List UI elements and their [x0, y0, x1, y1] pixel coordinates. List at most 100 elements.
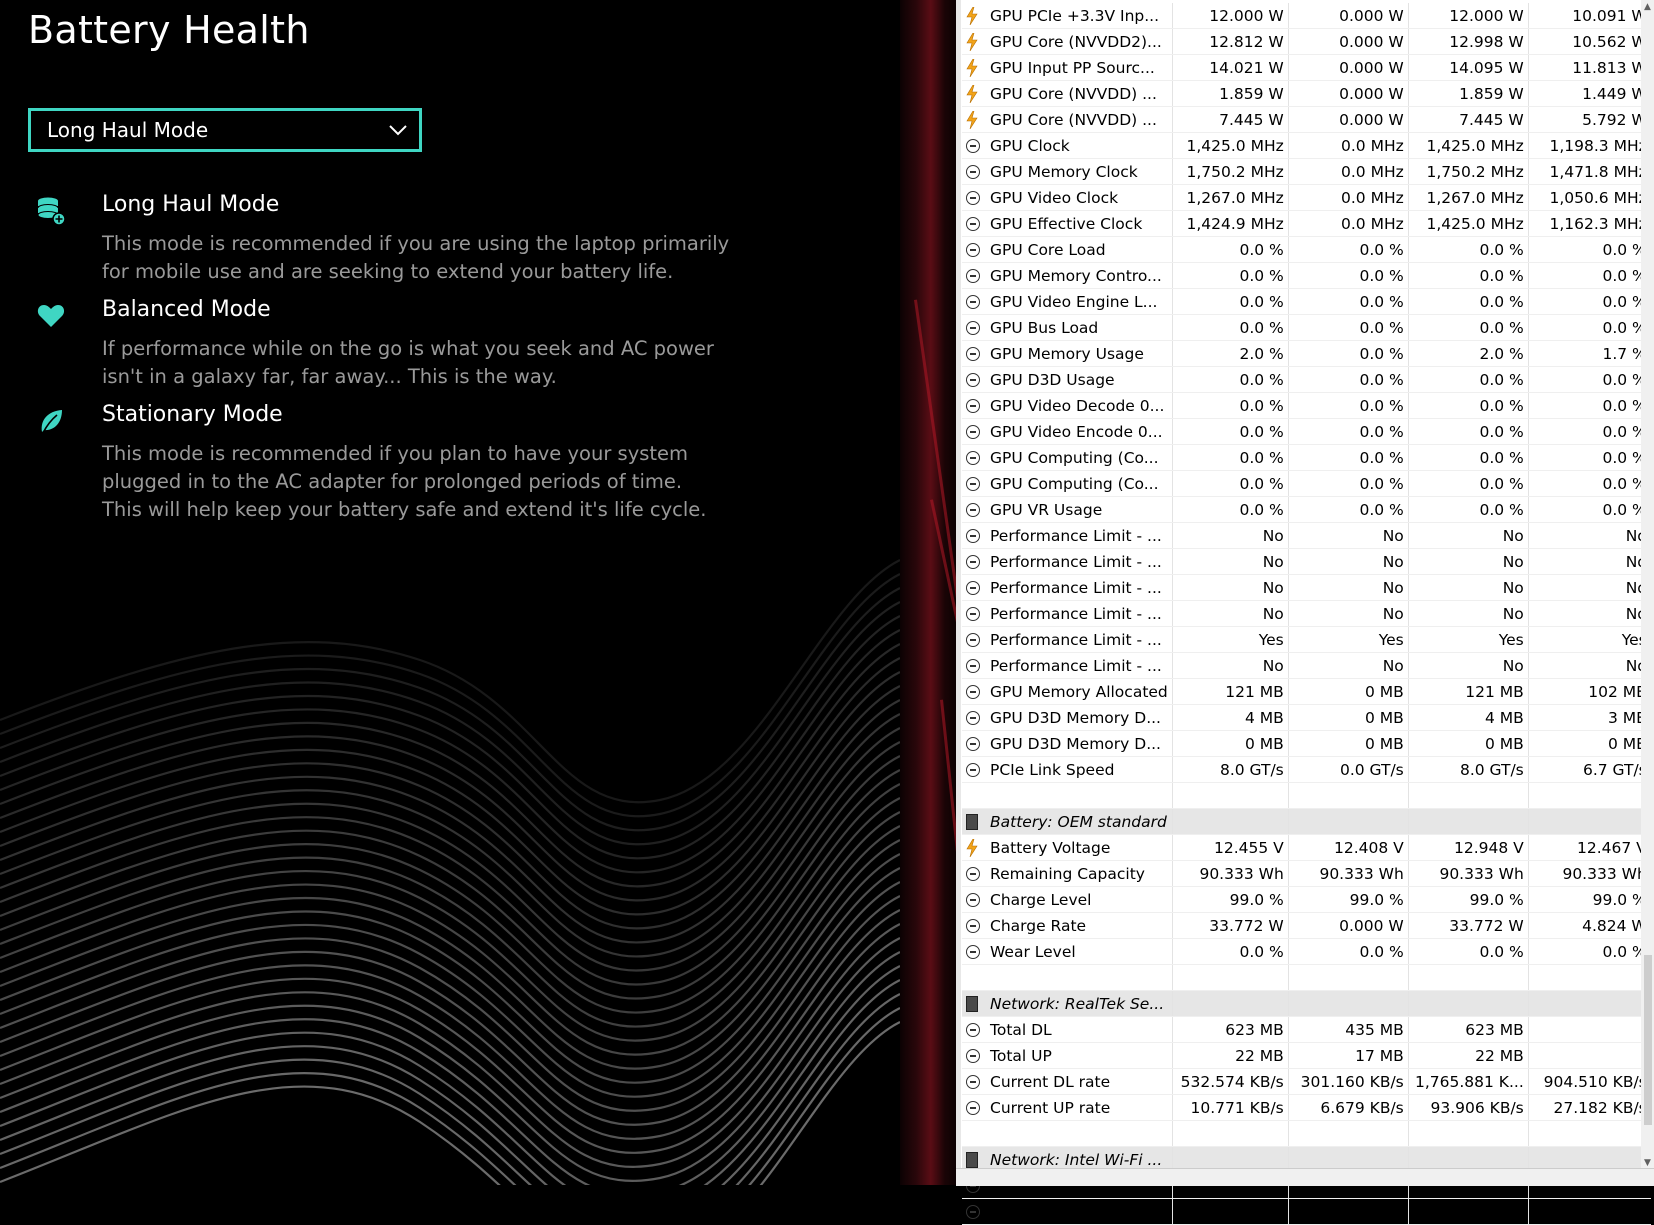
scroll-down-icon[interactable]: ▼	[1644, 1158, 1651, 1168]
sensor-value: 0 MB	[1172, 730, 1289, 757]
table-row[interactable]: GPU Bus Load 0.0 % 0.0 % 0.0 % 0.0 %	[962, 314, 1651, 341]
table-row[interactable]: Current DL rate 532.574 KB/s 301.160 KB/s 1…	[962, 1068, 1651, 1095]
sensor-value: 99.0 %	[1288, 886, 1409, 913]
sensor-value: 0 MB	[1408, 730, 1529, 757]
sensor-label: GPU D3D Memory D...	[988, 704, 1173, 731]
table-row[interactable]: GPU Core (NVVDD) ... 1.859 W 0.000 W 1.859 …	[962, 80, 1651, 107]
sensor-label: GPU Video Decode 0...	[988, 392, 1173, 419]
table-row[interactable]: GPU Memory Clock 1,750.2 MHz 0.0 MHz 1,750.…	[962, 158, 1651, 185]
table-row[interactable]: GPU Clock 1,425.0 MHz 0.0 MHz 1,425.0 MHz 1,…	[962, 132, 1651, 159]
scroll-up-icon[interactable]: ▲	[1644, 2, 1651, 12]
clock-icon	[962, 730, 988, 757]
clock-icon	[962, 132, 988, 159]
table-row[interactable]: GPU D3D Memory D... 0 MB 0 MB 0 MB 0 MB	[962, 730, 1651, 757]
table-row[interactable]: GPU Core (NVVDD2)... 12.812 W 0.000 W 12.99…	[962, 28, 1651, 55]
table-row[interactable]: Total DL 623 MB 435 MB 623 MB	[962, 1016, 1651, 1043]
sensor-value: 1,162.3 MHz	[1528, 210, 1651, 237]
sensor-value: No	[1288, 522, 1409, 549]
sensor-label: GPU Video Encode 0...	[988, 418, 1173, 445]
clock-icon	[962, 626, 988, 653]
sensor-label: GPU Core Load	[988, 236, 1173, 263]
sensor-label: GPU Memory Usage	[988, 340, 1173, 367]
sensor-value: 10.562 W	[1528, 28, 1651, 55]
table-row[interactable]: GPU Video Decode 0... 0.0 % 0.0 % 0.0 % 0.0 …	[962, 392, 1651, 419]
table-row[interactable]: PCIe Link Speed 8.0 GT/s 0.0 GT/s 8.0 GT/s 6…	[962, 756, 1651, 783]
sensor-value: 0.0 %	[1288, 392, 1409, 419]
clock-icon	[962, 340, 988, 367]
sensor-label: GPU D3D Memory D...	[988, 730, 1173, 757]
table-row[interactable]: GPU Memory Allocated 121 MB 0 MB 121 MB 102 …	[962, 678, 1651, 705]
mode-dropdown[interactable]: Long Haul Mode	[28, 108, 422, 152]
sensor-label: Current UP rate	[988, 1094, 1173, 1121]
sensor-group-header[interactable]: Network: RealTek Se...	[962, 990, 1651, 1017]
clock-icon	[962, 938, 988, 965]
sensor-value: 0.0 %	[1408, 418, 1529, 445]
table-row[interactable]: Battery Voltage 12.455 V 12.408 V 12.948 V1…	[962, 834, 1651, 861]
vertical-scrollbar[interactable]: ▲ ▼	[1641, 0, 1654, 1185]
sensor-value: 0.000 W	[1288, 106, 1409, 133]
table-row[interactable]: GPU Memory Contro... 0.0 % 0.0 % 0.0 % 0.0 %	[962, 262, 1651, 289]
sensor-value: 8.0 GT/s	[1408, 756, 1529, 783]
sensor-label: Performance Limit - ...	[988, 574, 1173, 601]
sensor-value: 0.0 %	[1408, 314, 1529, 341]
sensor-value	[1528, 1042, 1651, 1069]
table-row[interactable]: GPU Core Load 0.0 % 0.0 % 0.0 % 0.0 %	[962, 236, 1651, 263]
sensor-group-header[interactable]: Battery: OEM standard	[962, 808, 1651, 835]
background-divider	[900, 0, 1037, 1185]
sensor-label: Current DL rate	[988, 1068, 1173, 1095]
table-row[interactable]: Total UP 22 MB 17 MB 22 MB	[962, 1042, 1651, 1069]
sensor-value: No	[1288, 548, 1409, 575]
table-row[interactable]: Performance Limit - ... No No No No	[962, 600, 1651, 627]
mode-name: Long Haul Mode	[102, 192, 280, 217]
table-row[interactable]: GPU Video Engine L... 0.0 % 0.0 % 0.0 % 0.0 …	[962, 288, 1651, 315]
sensor-value: 0.000 W	[1288, 54, 1409, 81]
sensor-value: 904.510 KB/s	[1528, 1068, 1651, 1095]
table-row[interactable]: Performance Limit - ... No No No No	[962, 574, 1651, 601]
sensor-value: 0 MB	[1288, 704, 1409, 731]
table-row[interactable]: GPU Video Clock 1,267.0 MHz 0.0 MHz 1,267.0…	[962, 184, 1651, 211]
table-row[interactable]: Performance Limit - ... Yes Yes Yes Yes	[962, 626, 1651, 653]
table-row[interactable]: Charge Level 99.0 % 99.0 % 99.0 % 99.0 %	[962, 886, 1651, 913]
spacer-row	[962, 964, 1651, 991]
sensor-value: 0.0 MHz	[1288, 184, 1409, 211]
sensor-label: Total UP	[988, 1198, 1173, 1225]
clock-icon	[962, 314, 988, 341]
sensor-value: 1.859 W	[1408, 80, 1529, 107]
sensor-value: No	[1288, 574, 1409, 601]
sensor-value: 0.0 %	[1528, 418, 1651, 445]
table-row[interactable]: GPU Computing (Co... 0.0 % 0.0 % 0.0 % 0.0 %	[962, 470, 1651, 497]
sensor-value: 0.0 %	[1172, 496, 1289, 523]
scrollbar-thumb[interactable]	[1644, 955, 1652, 1125]
table-row[interactable]: GPU VR Usage 0.0 % 0.0 % 0.0 % 0.0 %	[962, 496, 1651, 523]
sensor-value: No	[1408, 574, 1529, 601]
clock-icon	[962, 158, 988, 185]
clock-icon	[962, 652, 988, 679]
table-row[interactable]: Total UP 0 MB 0 MB 0 MB	[962, 1198, 1651, 1225]
wave-line	[0, 1021, 900, 1185]
sensor-value: 0 MB	[1288, 678, 1409, 705]
table-row[interactable]: Charge Rate 33.772 W 0.000 W 33.772 W 4.824 …	[962, 912, 1651, 939]
sensor-value: Yes	[1408, 626, 1529, 653]
table-row[interactable]: GPU PCIe +3.3V Inp... 12.000 W 0.000 W 12.0…	[962, 3, 1651, 29]
table-row[interactable]: GPU Video Encode 0... 0.0 % 0.0 % 0.0 % 0.0 …	[962, 418, 1651, 445]
table-row[interactable]: GPU D3D Memory D... 4 MB 0 MB 4 MB 3 MB	[962, 704, 1651, 731]
table-row[interactable]: GPU Memory Usage 2.0 % 0.0 % 2.0 % 1.7 %	[962, 340, 1651, 367]
table-row[interactable]: Remaining Capacity 90.333 Wh 90.333 Wh 90.3…	[962, 860, 1651, 887]
table-row[interactable]: GPU Computing (Co... 0.0 % 0.0 % 0.0 % 0.0 %	[962, 444, 1651, 471]
table-row[interactable]: Performance Limit - ... No No No No	[962, 548, 1651, 575]
sensor-value: 0.0 %	[1288, 288, 1409, 315]
sensor-value: 1.7 %	[1528, 340, 1651, 367]
table-row[interactable]: GPU Core (NVVDD) ... 7.445 W 0.000 W 7.445 …	[962, 106, 1651, 133]
sensor-window: GPU PCIe +3.3V Inp... 12.000 W 0.000 W 12.0…	[956, 0, 1654, 1225]
table-row[interactable]: Current UP rate 10.771 KB/s 6.679 KB/s 93.9…	[962, 1094, 1651, 1121]
chevron-down-icon	[389, 125, 407, 136]
table-row[interactable]: GPU Effective Clock 1,424.9 MHz 0.0 MHz 1,4…	[962, 210, 1651, 237]
table-row[interactable]: Performance Limit - ... No No No No	[962, 652, 1651, 679]
table-row[interactable]: Wear Level 0.0 % 0.0 % 0.0 % 0.0 %	[962, 938, 1651, 965]
table-row[interactable]: GPU D3D Usage 0.0 % 0.0 % 0.0 % 0.0 %	[962, 366, 1651, 393]
table-row[interactable]: GPU Input PP Sourc... 14.021 W 0.000 W 14.0…	[962, 54, 1651, 81]
sensor-value: 4 MB	[1408, 704, 1529, 731]
sensor-value: 5.792 W	[1528, 106, 1651, 133]
mode-name: Balanced Mode	[102, 297, 271, 322]
table-row[interactable]: Performance Limit - ... No No No No	[962, 522, 1651, 549]
